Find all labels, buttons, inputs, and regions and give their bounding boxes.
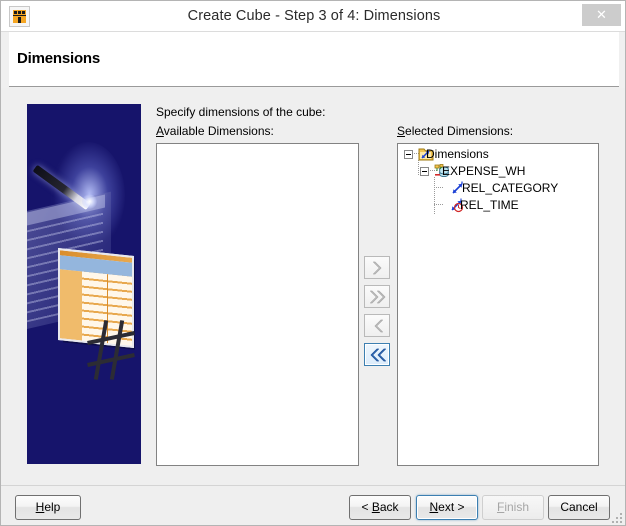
wizard-header: Dimensions bbox=[9, 32, 619, 87]
available-dimensions-list[interactable] bbox=[156, 143, 359, 466]
wizard-body: Specify dimensions of the cube: Availabl… bbox=[1, 88, 625, 485]
back-button[interactable]: < Back bbox=[349, 495, 411, 520]
chevron-left-icon bbox=[374, 319, 383, 333]
tree-line-root-vertical bbox=[418, 160, 419, 176]
help-button[interactable]: Help bbox=[15, 495, 81, 520]
tree-line-cube-vertical bbox=[434, 177, 435, 215]
finish-label-rest: inish bbox=[504, 500, 530, 514]
cancel-label: Cancel bbox=[560, 500, 598, 514]
resize-grip[interactable] bbox=[611, 512, 624, 525]
instruction-text: Specify dimensions of the cube: bbox=[156, 105, 326, 119]
selected-label-rest: elected Dimensions: bbox=[405, 124, 514, 138]
close-icon: ✕ bbox=[596, 7, 607, 22]
available-dimensions-label: Available Dimensions: bbox=[156, 124, 274, 138]
available-label-mnemonic: A bbox=[156, 124, 164, 138]
magic-wand-sparkle-icon bbox=[82, 194, 97, 209]
chevron-double-right-icon bbox=[370, 290, 386, 304]
spreadsheet-row-header bbox=[60, 269, 82, 341]
transfer-button-group bbox=[364, 256, 392, 376]
tree-node-label: EXPENSE_WH bbox=[442, 164, 526, 178]
window-title: Create Cube - Step 3 of 4: Dimensions bbox=[187, 8, 441, 24]
cube-wizard-glyph bbox=[13, 10, 26, 23]
wizard-banner-image bbox=[27, 104, 141, 464]
back-label-rest: ack bbox=[379, 500, 399, 514]
tree-node-label: REL_TIME bbox=[460, 198, 519, 212]
cancel-button[interactable]: Cancel bbox=[548, 495, 610, 520]
move-all-right-button[interactable] bbox=[364, 285, 390, 308]
help-label-rest: elp bbox=[44, 500, 61, 514]
tree-line-child1 bbox=[434, 187, 444, 188]
move-all-left-button[interactable] bbox=[364, 343, 390, 366]
next-button[interactable]: Next > bbox=[416, 495, 478, 520]
chevron-double-left-icon bbox=[370, 348, 386, 362]
back-mnemonic: B bbox=[371, 500, 380, 514]
selected-label-mnemonic: S bbox=[397, 124, 406, 138]
page-title: Dimensions bbox=[17, 50, 101, 67]
available-label-rest: vailable Dimensions: bbox=[163, 124, 274, 138]
chevron-right-icon bbox=[373, 261, 382, 275]
move-right-button[interactable] bbox=[364, 256, 390, 279]
cube-wizard-icon bbox=[9, 6, 30, 27]
expand-collapse-expense-wh-icon[interactable] bbox=[420, 167, 429, 176]
tree-node-label: Dimensions bbox=[426, 147, 489, 161]
title-bar: Create Cube - Step 3 of 4: Dimensions ✕ bbox=[1, 1, 625, 32]
tree-line-child2 bbox=[434, 204, 444, 205]
create-cube-wizard-window: Create Cube - Step 3 of 4: Dimensions ✕ … bbox=[0, 0, 626, 526]
wizard-footer: Help < Back Next > Finish Cancel bbox=[1, 485, 625, 525]
next-mnemonic: N bbox=[429, 500, 439, 514]
move-left-button[interactable] bbox=[364, 314, 390, 337]
finish-button: Finish bbox=[482, 495, 544, 520]
back-prefix: < bbox=[361, 500, 372, 514]
tree-node-label: REL_CATEGORY bbox=[462, 181, 559, 195]
close-button[interactable]: ✕ bbox=[582, 4, 621, 26]
selected-dimensions-tree[interactable]: Dimensions EXPENSE_WH REL_CATEGORY REL_T… bbox=[397, 143, 599, 466]
selected-dimensions-label: Selected Dimensions: bbox=[397, 124, 513, 138]
next-label-rest: ext > bbox=[438, 500, 465, 514]
grid-bars-icon bbox=[87, 320, 139, 382]
expand-collapse-dimensions-icon[interactable] bbox=[404, 150, 413, 159]
